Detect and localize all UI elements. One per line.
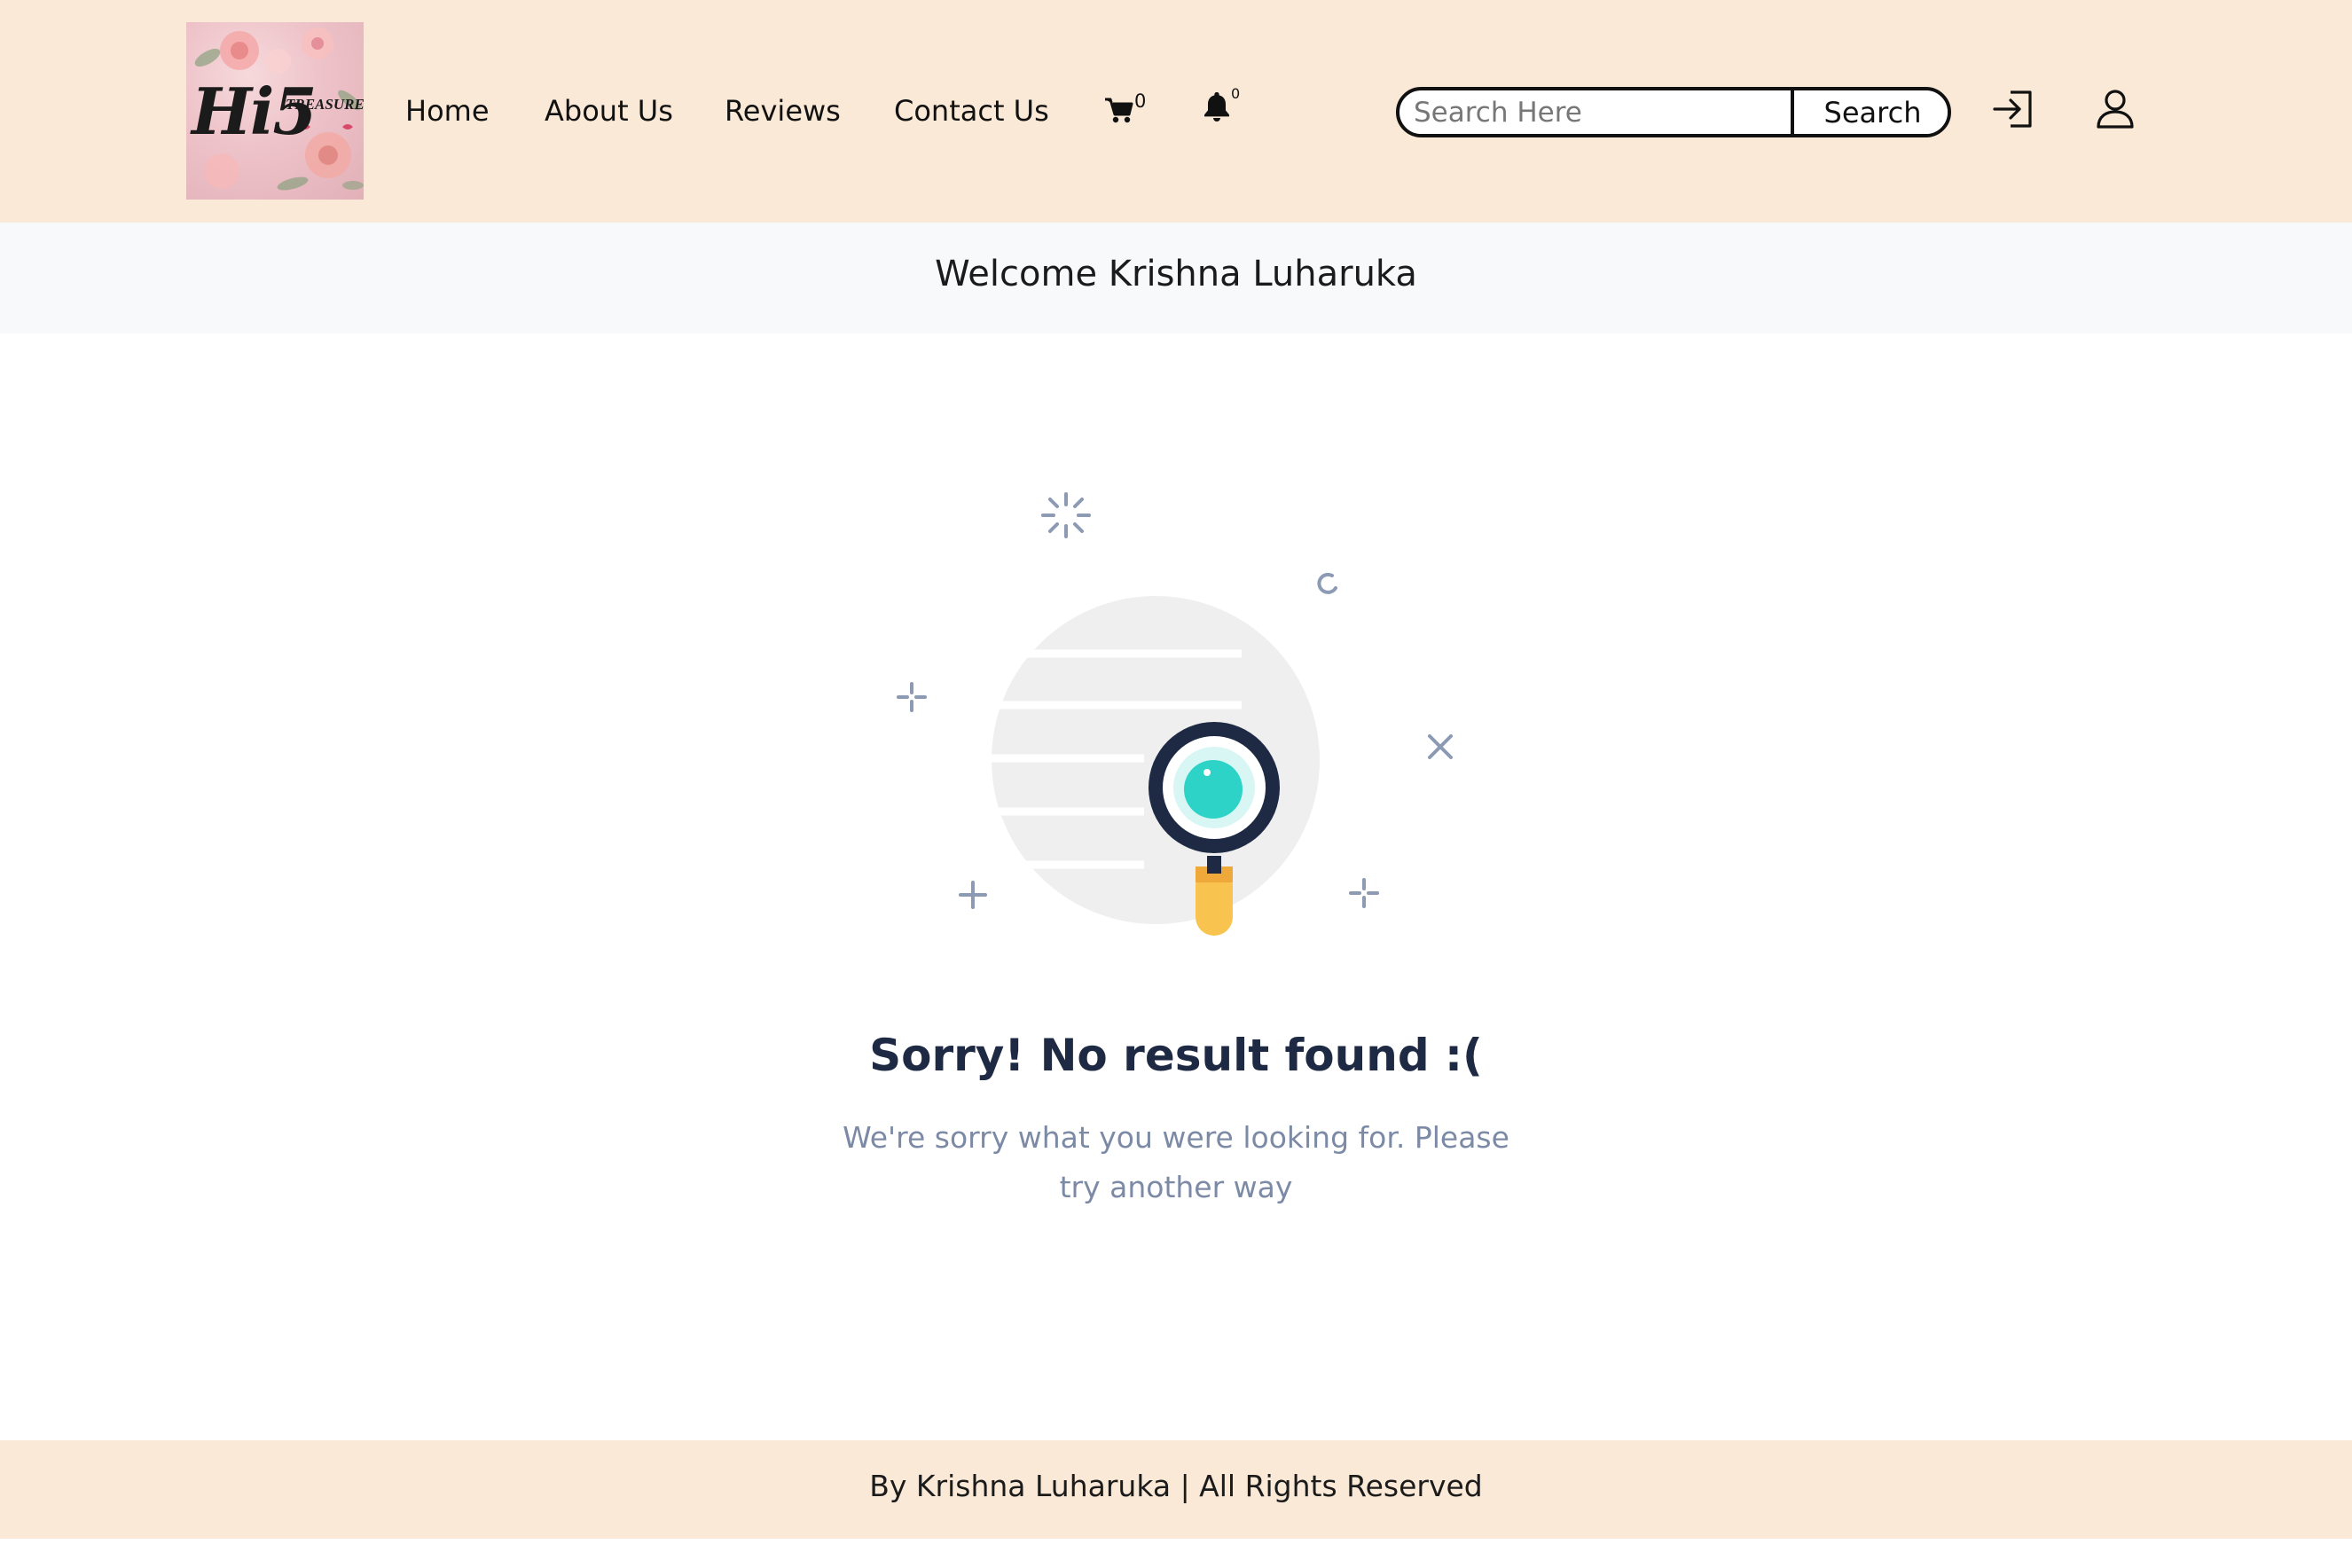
magnifying-glass-illustration <box>878 483 1481 953</box>
search-button[interactable]: Search <box>1791 90 1948 134</box>
nav-home-link[interactable]: Home <box>405 90 490 131</box>
login-icon[interactable] <box>1991 87 2037 131</box>
nav-about-link[interactable]: About Us <box>545 90 673 131</box>
notification-count-badge: 0 <box>1231 85 1241 102</box>
logo-tagline: TREASURES <box>286 96 364 113</box>
site-logo[interactable]: Hi5 TREASURES <box>186 22 364 200</box>
search-input[interactable] <box>1399 90 1792 134</box>
cart-icon[interactable] <box>1103 95 1133 125</box>
user-icon[interactable] <box>2093 87 2137 131</box>
empty-state-title: Sorry! No result found :( <box>869 1030 1483 1081</box>
empty-state-subtitle: We're sorry what you were looking for. P… <box>843 1120 1509 1204</box>
search-form: Search <box>1396 87 1951 137</box>
cart-count-badge: 0 <box>1134 90 1147 112</box>
welcome-message: Welcome Krishna Luharuka <box>935 254 1417 294</box>
nav-contact-link[interactable]: Contact Us <box>894 90 1049 131</box>
bell-icon[interactable] <box>1203 90 1231 122</box>
nav-reviews-link[interactable]: Reviews <box>725 90 841 131</box>
footer-copyright: By Krishna Luharuka | All Rights Reserve… <box>869 1469 1483 1503</box>
